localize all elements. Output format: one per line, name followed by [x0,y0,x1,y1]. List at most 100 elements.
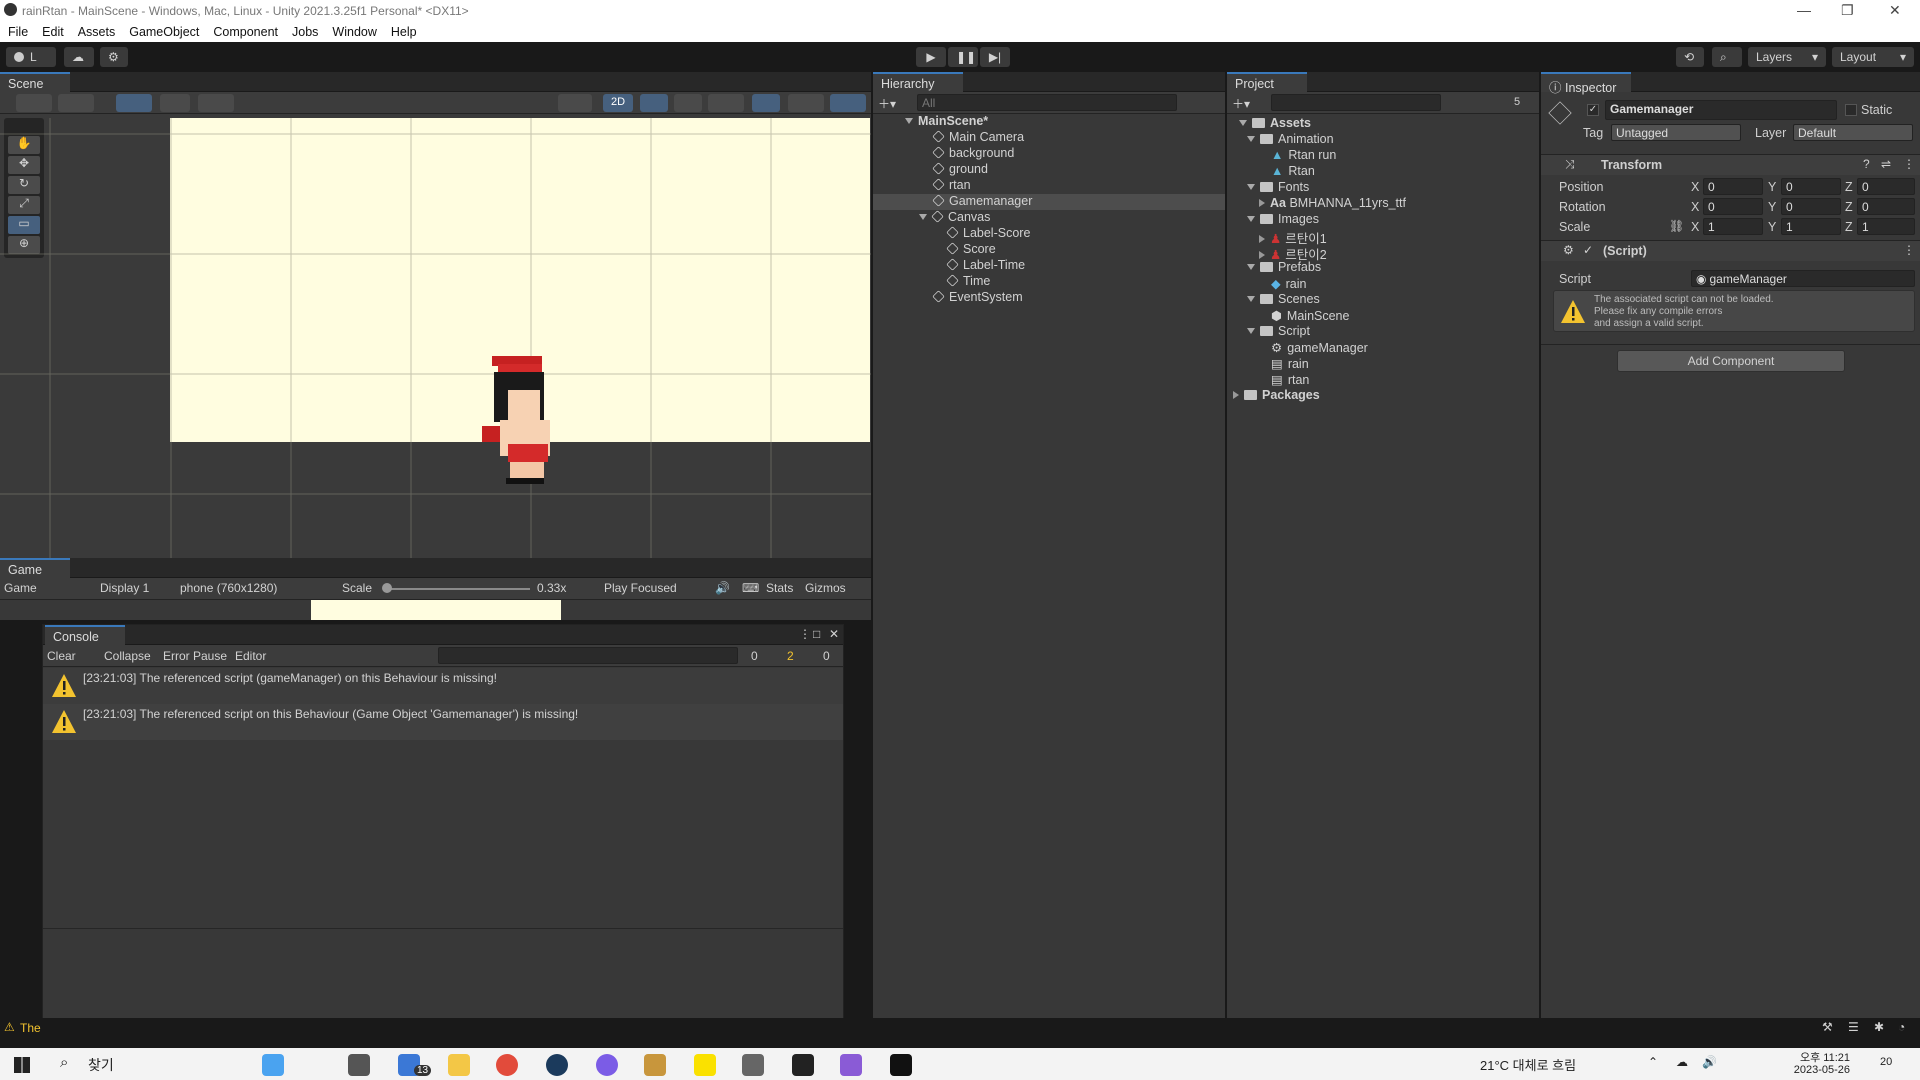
info-count[interactable]: 0 [751,649,758,663]
collab-button[interactable]: ⚙ [100,47,128,67]
asset-item[interactable]: ▤ rain [1271,356,1309,372]
warning-count[interactable]: 2 [787,649,794,663]
folder-script[interactable]: Script [1247,324,1310,340]
transform-header[interactable]: ⤨ Transform ? ⇌ ⋮ [1541,155,1920,175]
game-view-dropdown[interactable]: Game [4,581,37,595]
menu-jobs[interactable]: Jobs [284,22,324,39]
hierarchy-item[interactable]: Score [946,242,996,258]
increment-snap-button[interactable] [198,94,234,112]
2d-toggle-button[interactable]: 2D [603,94,633,112]
editor-dropdown[interactable]: Editor [235,649,266,663]
gizmos-button[interactable] [830,94,866,112]
position-x-input[interactable]: 0 [1703,178,1763,195]
add-icon[interactable]: ＋▾ [878,95,896,112]
project-search-input[interactable] [1271,94,1441,111]
lighting-button[interactable] [640,94,668,112]
widgets-icon[interactable] [262,1054,284,1076]
play-button[interactable]: ▶ [916,47,946,67]
menu-window[interactable]: Window [324,22,382,39]
menu-component[interactable]: Component [205,22,284,39]
asset-item[interactable]: ◆ rain [1271,276,1306,292]
add-icon[interactable]: ＋▾ [1232,95,1250,112]
script-component-header[interactable]: ⚙ ✓ (Script) ⋮ [1541,241,1920,261]
audio-button[interactable] [674,94,702,112]
cloud-button[interactable]: ☁ [64,47,94,67]
minimize-button[interactable]: — [1797,2,1811,18]
step-button[interactable]: ▶| [980,47,1010,67]
render-mode-button[interactable] [558,94,592,112]
history-button[interactable]: ⟲ [1676,47,1704,67]
tab-inspector[interactable]: ⓘ Inspector [1541,72,1631,95]
tab-scene[interactable]: Scene [0,72,70,92]
scene-root[interactable]: MainScene* [905,114,988,130]
link-icon[interactable]: ⛓ [1669,219,1684,233]
tab-game[interactable]: Game [0,558,70,578]
kakaotalk-icon[interactable] [694,1054,716,1076]
grid-button[interactable] [160,94,190,112]
asset-item[interactable]: ▤ rtan [1271,372,1309,388]
layer-dropdown[interactable]: Default [1793,124,1913,141]
folder-scenes[interactable]: Scenes [1247,292,1320,308]
visual-studio-icon[interactable] [840,1054,862,1076]
menu-edit[interactable]: Edit [34,22,70,39]
static-checkbox[interactable] [1845,104,1857,116]
asset-item[interactable]: ▲ Rtan run [1271,148,1336,164]
clock-date[interactable]: 2023-05-26 [1770,1064,1850,1076]
scale-slider-handle[interactable] [382,583,392,593]
notepad-icon[interactable] [890,1054,912,1076]
asset-item[interactable]: ♟ 르탄이1 [1259,228,1327,246]
error-pause-button[interactable]: Error Pause [163,649,227,663]
asset-item[interactable]: ⬢ MainScene [1271,308,1349,324]
weather-text[interactable]: 21°C 대체로 흐림 [1480,1055,1576,1074]
position-z-input[interactable]: 0 [1857,178,1915,195]
script-field[interactable]: ◉ gameManager [1691,270,1915,287]
position-y-input[interactable]: 0 [1781,178,1841,195]
folder-animation[interactable]: Animation [1247,132,1334,148]
scale-slider[interactable] [388,588,530,590]
console-row[interactable]: [23:21:03] The referenced script (gameMa… [43,668,843,704]
camera-button[interactable] [788,94,824,112]
windows-start-icon[interactable] [14,1057,30,1073]
scale-y-input[interactable]: 1 [1781,218,1841,235]
layout-dropdown[interactable]: Layout ▾ [1832,47,1914,67]
folder-images[interactable]: Images [1247,212,1319,228]
rotation-x-input[interactable]: 0 [1703,198,1763,215]
hierarchy-item[interactable]: Main Camera [932,130,1024,146]
steam-icon[interactable] [546,1054,568,1076]
file-explorer-icon[interactable] [448,1054,470,1076]
hierarchy-item[interactable]: rtan [932,178,971,194]
status-text[interactable]: The [20,1021,41,1035]
hidden-packages-count[interactable]: 5 [1514,96,1520,108]
hierarchy-item[interactable]: Canvas [919,210,990,226]
rotation-y-input[interactable]: 0 [1781,198,1841,215]
hierarchy-item[interactable]: ground [932,162,988,178]
unity-hub-icon[interactable] [742,1054,764,1076]
grid-snap-button[interactable] [116,94,152,112]
menu-assets[interactable]: Assets [70,22,122,39]
notification-count[interactable]: 20 [1880,1056,1892,1068]
tab-hierarchy[interactable]: Hierarchy [873,72,963,92]
folder-fonts[interactable]: Fonts [1247,180,1309,196]
close-button[interactable]: ✕ [1889,2,1901,19]
mute-audio-icon[interactable]: 🔊 [715,581,730,595]
display-dropdown[interactable]: Display 1 [100,581,149,595]
hierarchy-item[interactable]: background [932,146,1014,162]
clear-button[interactable]: Clear [47,649,76,663]
close-icon[interactable]: ✕ [829,627,839,641]
visibility-button[interactable] [752,94,780,112]
menu-file[interactable]: File [0,22,34,39]
folder-prefabs[interactable]: Prefabs [1247,260,1321,276]
collapse-button[interactable]: Collapse [104,649,151,663]
rtan-character-sprite[interactable] [458,354,594,514]
chrome-icon[interactable] [496,1054,518,1076]
tab-console[interactable]: Console [45,625,125,645]
tag-dropdown[interactable]: Untagged [1611,124,1741,141]
error-count[interactable]: 0 [823,649,830,663]
hierarchy-item-selected[interactable]: Gamemanager [932,194,1032,210]
league-icon[interactable] [644,1054,666,1076]
taskbar-search[interactable]: 찾기 [88,1055,114,1075]
search-button[interactable]: ⌕ [1712,47,1742,67]
resolution-dropdown[interactable]: phone (760x1280) [180,581,277,595]
pause-button[interactable]: ❚❚ [948,47,978,67]
hierarchy-item[interactable]: Label-Score [946,226,1030,242]
